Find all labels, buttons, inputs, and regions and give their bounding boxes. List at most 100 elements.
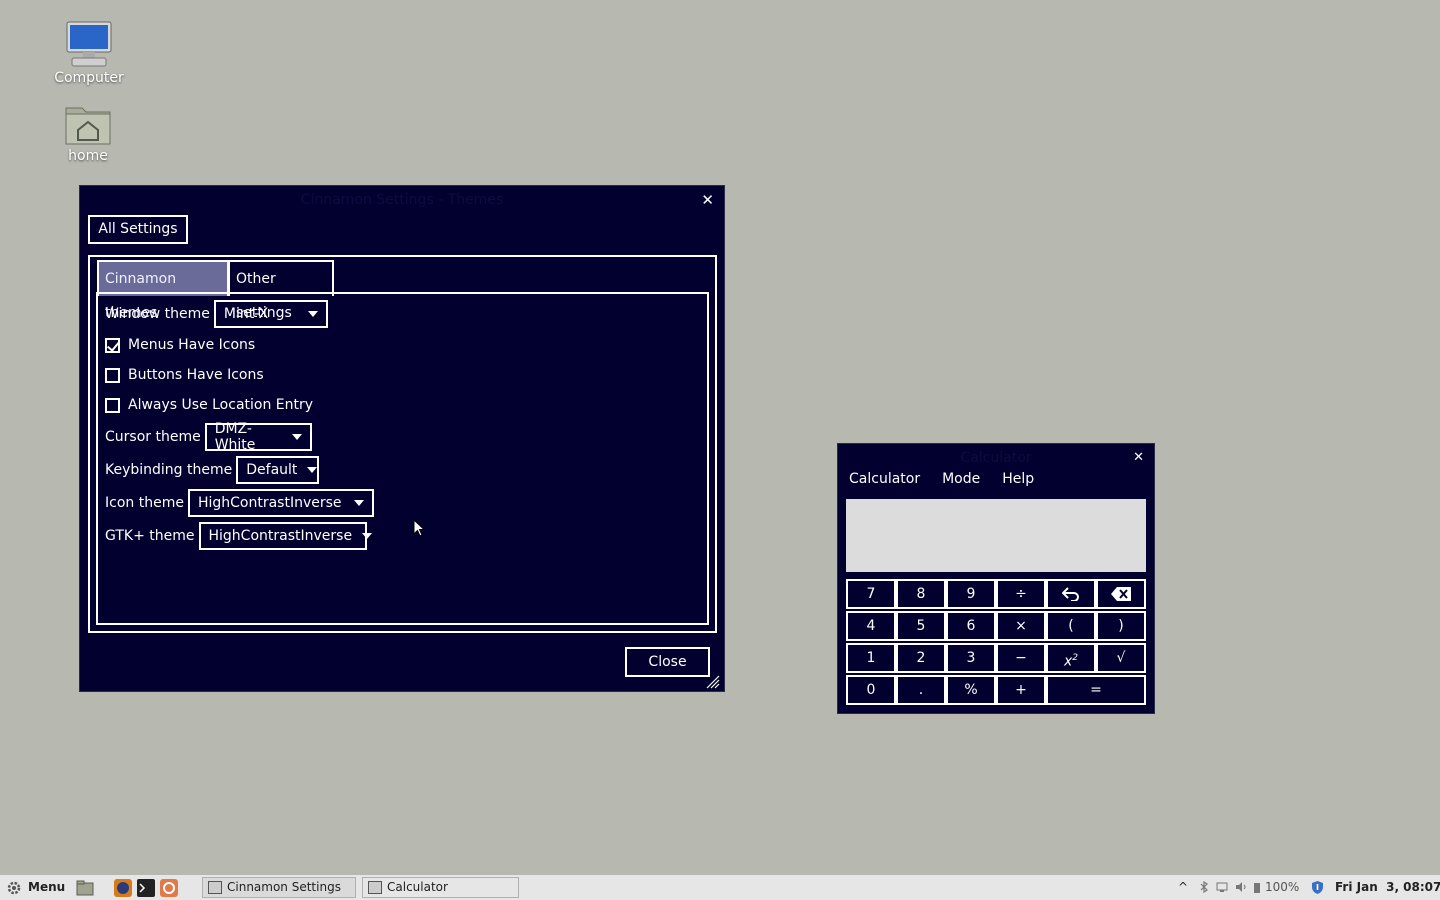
app-launcher-icon[interactable]	[160, 879, 178, 897]
key-5[interactable]: 5	[896, 611, 946, 641]
checkbox-label: Menus Have Icons	[128, 337, 256, 353]
menu-button[interactable]: Menu	[6, 875, 65, 900]
volume-icon[interactable]	[1235, 881, 1247, 893]
home-folder-icon	[65, 107, 111, 145]
taskbar-item-settings[interactable]: Cinnamon Settings -...	[202, 877, 356, 900]
key-right-paren[interactable]: )	[1096, 611, 1146, 641]
close-button[interactable]: Close	[625, 647, 710, 677]
key-divide[interactable]: ÷	[996, 579, 1046, 609]
cursor-theme-combo[interactable]: DMZ-White	[204, 421, 312, 453]
mouse-cursor-icon	[413, 519, 425, 537]
key-4[interactable]: 4	[846, 611, 896, 641]
window-title: Calculator	[960, 450, 1032, 466]
close-window-icon[interactable]: ✕	[701, 192, 714, 208]
network-icon[interactable]	[1216, 881, 1228, 893]
chevron-down-icon	[291, 434, 302, 440]
key-8[interactable]: 8	[896, 579, 946, 609]
chevron-down-icon	[307, 467, 318, 473]
checkbox[interactable]	[105, 337, 120, 353]
icon-theme-combo[interactable]: HighContrastInverse	[187, 489, 374, 517]
window-theme-label: Window theme	[105, 306, 210, 322]
desktop-icon-home[interactable]: home	[43, 102, 133, 164]
chevron-down-icon	[353, 500, 364, 506]
backspace-key[interactable]	[1096, 579, 1146, 609]
backspace-icon	[1111, 587, 1131, 601]
keybinding-theme-combo[interactable]: Default	[236, 456, 320, 484]
keybinding-theme-row: Keybinding theme Default	[105, 456, 320, 484]
key-add[interactable]: +	[996, 675, 1046, 705]
key-equals[interactable]: =	[1046, 675, 1146, 705]
chevron-down-icon	[307, 311, 318, 317]
desktop-icon-label: Computer	[54, 70, 124, 86]
undo-key[interactable]	[1046, 579, 1096, 609]
calculator-keypad: 7 8 9 ÷ 4 5 6 × ( ) 1 2 3 − x2 √ 0 . % +…	[846, 579, 1146, 707]
calculator-display[interactable]	[846, 499, 1146, 572]
chevron-up-icon[interactable]: ^	[1178, 875, 1188, 900]
taskbar-item-calculator[interactable]: Calculator	[362, 877, 519, 898]
key-1[interactable]: 1	[846, 643, 896, 673]
menu-help[interactable]: Help	[991, 472, 1045, 500]
settings-titlebar[interactable]: Cinnamon Settings - Themes ✕	[80, 186, 724, 214]
cursor-theme-value: DMZ-White	[214, 421, 256, 453]
key-percent[interactable]: %	[946, 675, 996, 705]
buttons-have-icons-check[interactable]: Buttons Have Icons	[105, 365, 264, 385]
key-6[interactable]: 6	[946, 611, 996, 641]
window-theme-row: Window theme Mint-X	[105, 300, 328, 328]
keybinding-theme-value: Default	[246, 462, 298, 478]
checkbox[interactable]	[105, 397, 120, 413]
clock[interactable]: Fri Jan 3, 08:07	[1335, 875, 1440, 900]
checkbox[interactable]	[105, 367, 120, 383]
undo-icon	[1061, 587, 1079, 602]
key-7[interactable]: 7	[846, 579, 896, 609]
computer-icon	[66, 21, 112, 67]
window-title: Cinnamon Settings - Themes	[300, 192, 504, 208]
desktop-icon-computer[interactable]: Computer	[44, 20, 134, 86]
gtk-theme-label: GTK+ theme	[105, 528, 195, 544]
keybinding-theme-label: Keybinding theme	[105, 462, 233, 478]
key-left-paren[interactable]: (	[1046, 611, 1096, 641]
key-9[interactable]: 9	[946, 579, 996, 609]
gtk-theme-combo[interactable]: HighContrastInverse	[198, 522, 373, 550]
battery-icon[interactable]	[1253, 881, 1261, 893]
key-2[interactable]: 2	[896, 643, 946, 673]
calculator-titlebar[interactable]: Calculator ✕	[838, 444, 1154, 472]
icon-theme-row: Icon theme HighContrastInverse	[105, 489, 374, 517]
always-use-location-entry-check[interactable]: Always Use Location Entry	[105, 395, 313, 415]
file-manager-launcher-icon[interactable]	[76, 880, 94, 896]
icon-theme-value: HighContrastInverse	[197, 495, 342, 511]
close-window-icon[interactable]: ✕	[1133, 450, 1144, 466]
key-3[interactable]: 3	[946, 643, 996, 673]
taskbar: Menu Cinnamon Settings -... Calculator ^…	[0, 875, 1440, 900]
window-theme-value: Mint-X	[223, 306, 269, 322]
icon-theme-label: Icon theme	[105, 495, 184, 511]
bluetooth-icon[interactable]	[1198, 881, 1210, 893]
taskbar-item-label: Calculator	[387, 880, 448, 894]
key-subtract[interactable]: −	[996, 643, 1046, 673]
gtk-theme-value: HighContrastInverse	[208, 528, 353, 544]
key-multiply[interactable]: ×	[996, 611, 1046, 641]
taskbar-item-label: Cinnamon Settings -...	[227, 880, 341, 900]
tab-cinnamon-themes[interactable]: Cinnamon themes	[97, 260, 229, 321]
terminal-launcher-icon[interactable]	[137, 879, 155, 897]
key-0[interactable]: 0	[846, 675, 896, 705]
menu-mode[interactable]: Mode	[931, 472, 991, 500]
calculator-window: Calculator ✕ Calculator Mode Help 7 8 9 …	[837, 443, 1155, 714]
key-square[interactable]: x2	[1046, 643, 1096, 673]
cursor-theme-row: Cursor theme DMZ-White	[105, 421, 312, 453]
calculator-icon	[368, 881, 382, 894]
resize-grip-icon[interactable]	[706, 675, 720, 689]
checkbox-label: Buttons Have Icons	[128, 367, 264, 383]
cursor-theme-label: Cursor theme	[105, 429, 201, 445]
menus-have-icons-check[interactable]: Menus Have Icons	[105, 335, 255, 355]
menu-label: Menu	[28, 880, 66, 894]
menu-calculator[interactable]: Calculator	[838, 472, 931, 500]
desktop-icon-label: home	[68, 148, 108, 164]
checkbox-label: Always Use Location Entry	[128, 397, 314, 413]
window-theme-combo[interactable]: Mint-X	[213, 300, 328, 328]
key-sqrt[interactable]: √	[1096, 643, 1146, 673]
tab-other-settings[interactable]: Other settings	[228, 260, 334, 321]
shield-icon[interactable]	[1310, 880, 1325, 895]
key-decimal[interactable]: .	[896, 675, 946, 705]
browser-launcher-icon[interactable]	[114, 879, 132, 897]
all-settings-button[interactable]: All Settings	[88, 215, 188, 244]
